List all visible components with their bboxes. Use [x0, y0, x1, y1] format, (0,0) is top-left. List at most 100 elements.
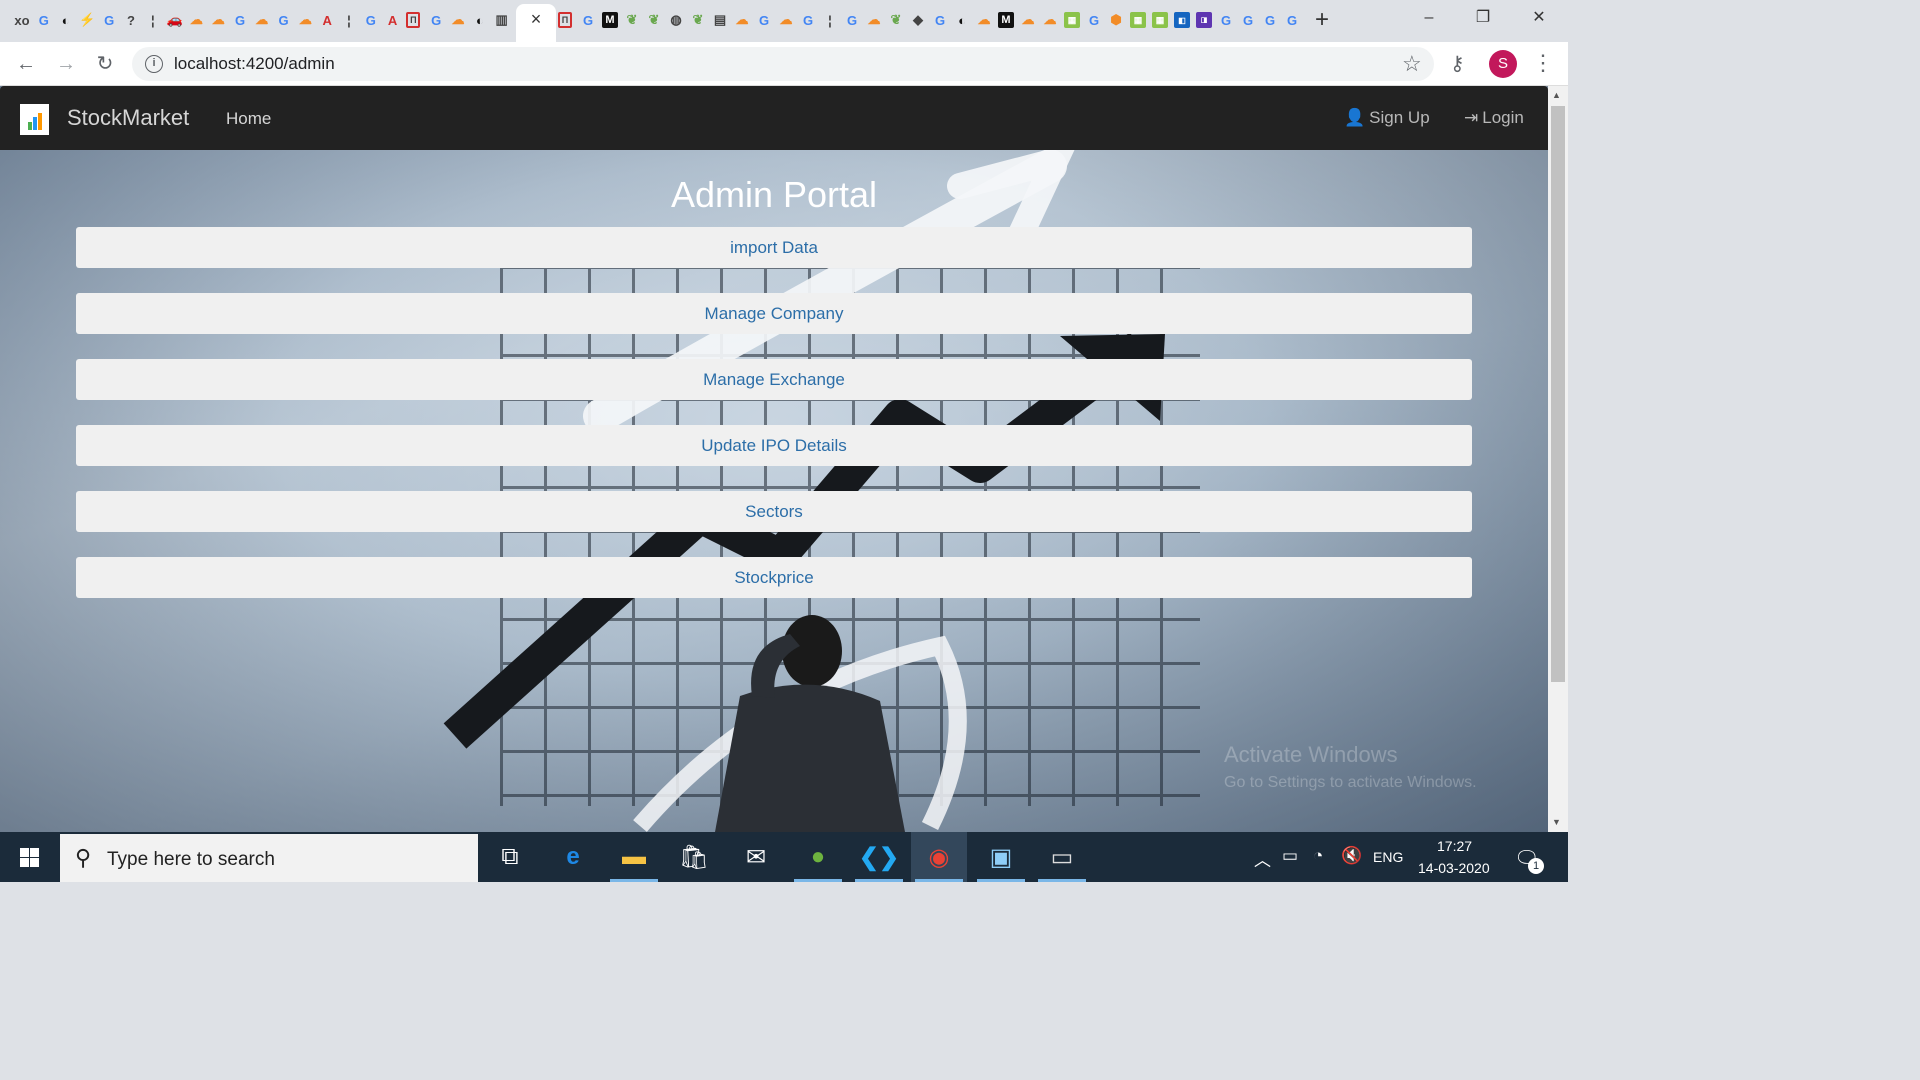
tab-favicon-icon[interactable]: G — [1262, 10, 1278, 30]
wifi-icon[interactable]: ◔ — [1313, 846, 1323, 866]
tab-favicon-icon[interactable]: G — [844, 10, 860, 30]
tab-favicon-icon[interactable]: G — [800, 10, 816, 30]
tab-favicon-icon[interactable]: ☁ — [297, 10, 313, 30]
tab-favicon-icon[interactable]: П — [558, 12, 572, 28]
tab-favicon-icon[interactable]: ☁ — [210, 10, 226, 30]
tab-favicon-icon[interactable]: xo — [14, 10, 30, 30]
tab-favicon-icon[interactable]: G — [580, 10, 596, 30]
tab-favicon-icon[interactable]: 🚗 — [167, 10, 183, 30]
manage-exchange-button[interactable]: Manage Exchange — [76, 359, 1472, 400]
tab-favicon-icon[interactable]: ¦ — [145, 10, 161, 30]
tab-favicon-icon[interactable]: ▥ — [494, 10, 510, 30]
speaker-muted-icon[interactable]: 🔇 — [1341, 846, 1362, 866]
tab-favicon-icon[interactable]: ❦ — [646, 10, 662, 30]
tab-favicon-icon[interactable]: ¦ — [822, 10, 838, 30]
brand-logo-icon[interactable] — [20, 104, 49, 135]
close-tab-icon[interactable]: × — [526, 9, 546, 29]
stockprice-button[interactable]: Stockprice — [76, 557, 1472, 598]
tab-favicon-icon[interactable]: ☁ — [254, 10, 270, 30]
tab-favicon-icon[interactable]: ◍ — [668, 10, 684, 30]
restore-button[interactable]: ❐ — [1460, 4, 1506, 32]
tab-favicon-icon[interactable]: ◐ — [954, 10, 970, 30]
update-ipo-details-button[interactable]: Update IPO Details — [76, 425, 1472, 466]
tab-favicon-icon[interactable]: G — [1218, 10, 1234, 30]
tab-favicon-icon[interactable]: ? — [123, 10, 139, 30]
store-icon[interactable]: 🛍 — [666, 832, 722, 882]
edge-icon[interactable]: e — [545, 832, 601, 882]
clock-time[interactable]: 17:27 — [1437, 838, 1472, 854]
tab-favicon-icon[interactable]: ▦ — [1152, 12, 1168, 28]
tab-favicon-icon[interactable]: ❦ — [690, 10, 706, 30]
tab-favicon-icon[interactable]: A — [319, 10, 335, 30]
tray-chevron-icon[interactable]: ︿ — [1254, 846, 1271, 871]
vscode-icon[interactable]: ❮❯ — [851, 832, 907, 882]
tab-favicon-icon[interactable]: ☁ — [188, 10, 204, 30]
back-arrow-icon[interactable]: ← — [13, 51, 39, 77]
import-data-button[interactable]: import Data — [76, 227, 1472, 268]
tab-favicon-icon[interactable]: ☁ — [976, 10, 992, 30]
tab-favicon-icon[interactable]: ◧ — [1174, 12, 1190, 28]
nav-link-login[interactable]: ⇥ Login — [1464, 108, 1524, 128]
spring-tool-icon[interactable]: ● — [790, 832, 846, 882]
tab-favicon-icon[interactable]: A — [385, 10, 401, 30]
vertical-scrollbar[interactable]: ▲ ▼ — [1548, 86, 1568, 832]
reload-icon[interactable]: ↻ — [92, 51, 118, 77]
close-window-button[interactable]: ✕ — [1516, 4, 1562, 32]
tab-favicon-icon[interactable]: ☁ — [450, 10, 466, 30]
tab-favicon-icon[interactable]: ☁ — [778, 10, 794, 30]
battery-icon[interactable]: ▭ — [1282, 846, 1298, 866]
tab-favicon-icon[interactable]: G — [428, 10, 444, 30]
minimize-button[interactable]: – — [1406, 4, 1452, 32]
tab-favicon-icon[interactable]: ☁ — [1042, 10, 1058, 30]
profile-avatar[interactable]: S — [1489, 50, 1517, 78]
tab-favicon-icon[interactable]: ▦ — [1130, 12, 1146, 28]
chrome-icon[interactable]: ◉ — [911, 832, 967, 882]
tab-favicon-icon[interactable]: ⚡ — [79, 10, 95, 30]
nav-link-home[interactable]: Home — [226, 109, 271, 129]
tab-favicon-icon[interactable]: G — [101, 10, 117, 30]
tab-favicon-icon[interactable]: G — [1240, 10, 1256, 30]
brand-name[interactable]: StockMarket — [67, 105, 189, 131]
tab-favicon-icon[interactable]: ◐ — [472, 10, 488, 30]
tab-favicon-icon[interactable]: G — [756, 10, 772, 30]
tab-favicon-icon[interactable]: ☁ — [734, 10, 750, 30]
key-icon[interactable]: ⚷ — [1450, 51, 1465, 76]
mail-icon[interactable]: ✉ — [728, 832, 784, 882]
scroll-up-icon[interactable]: ▲ — [1552, 90, 1561, 100]
tab-favicon-icon[interactable]: ◐ — [58, 10, 74, 30]
terminal-icon[interactable]: ▭ — [1034, 832, 1090, 882]
tab-favicon-icon[interactable]: ▦ — [1064, 12, 1080, 28]
url-text[interactable]: localhost:4200/admin — [174, 54, 335, 74]
scrollbar-thumb[interactable] — [1551, 106, 1565, 682]
tab-favicon-icon[interactable]: G — [276, 10, 292, 30]
tab-favicon-icon[interactable]: G — [232, 10, 248, 30]
nav-link-signup[interactable]: 👤 Sign Up — [1344, 108, 1430, 128]
tab-favicon-icon[interactable]: П — [406, 12, 421, 28]
tab-favicon-icon[interactable]: G — [932, 10, 948, 30]
taskbar-search-box[interactable]: ⚲ Type here to search — [60, 834, 478, 882]
browser-menu-icon[interactable]: ⋮ — [1532, 50, 1554, 76]
start-button[interactable] — [0, 832, 58, 882]
tab-favicon-icon[interactable]: G — [36, 10, 52, 30]
tab-favicon-icon[interactable]: ◆ — [910, 10, 926, 30]
bookmark-star-icon[interactable]: ☆ — [1402, 51, 1422, 77]
scroll-down-icon[interactable]: ▼ — [1552, 817, 1561, 827]
new-tab-button[interactable]: + — [1310, 7, 1334, 33]
sectors-button[interactable]: Sectors — [76, 491, 1472, 532]
task-view-icon[interactable]: ⧉ — [482, 832, 538, 882]
tab-favicon-icon[interactable]: G — [1086, 10, 1102, 30]
tab-favicon-icon[interactable]: ▤ — [712, 10, 728, 30]
manage-company-button[interactable]: Manage Company — [76, 293, 1472, 334]
tab-favicon-icon[interactable]: G — [363, 10, 379, 30]
tab-favicon-icon[interactable]: ❦ — [624, 10, 640, 30]
clock-date[interactable]: 14-03-2020 — [1418, 860, 1490, 876]
forward-arrow-icon[interactable]: → — [53, 51, 79, 77]
tab-favicon-icon[interactable]: ☁ — [1020, 10, 1036, 30]
remote-desktop-icon[interactable]: ▣ — [973, 832, 1029, 882]
tab-favicon-icon[interactable]: G — [1284, 10, 1300, 30]
tab-favicon-icon[interactable]: M — [602, 12, 618, 28]
tab-favicon-icon[interactable]: ❦ — [888, 10, 904, 30]
info-icon[interactable]: i — [145, 55, 163, 73]
tab-favicon-icon[interactable]: ☁ — [866, 10, 882, 30]
tab-favicon-icon[interactable]: M — [998, 12, 1014, 28]
